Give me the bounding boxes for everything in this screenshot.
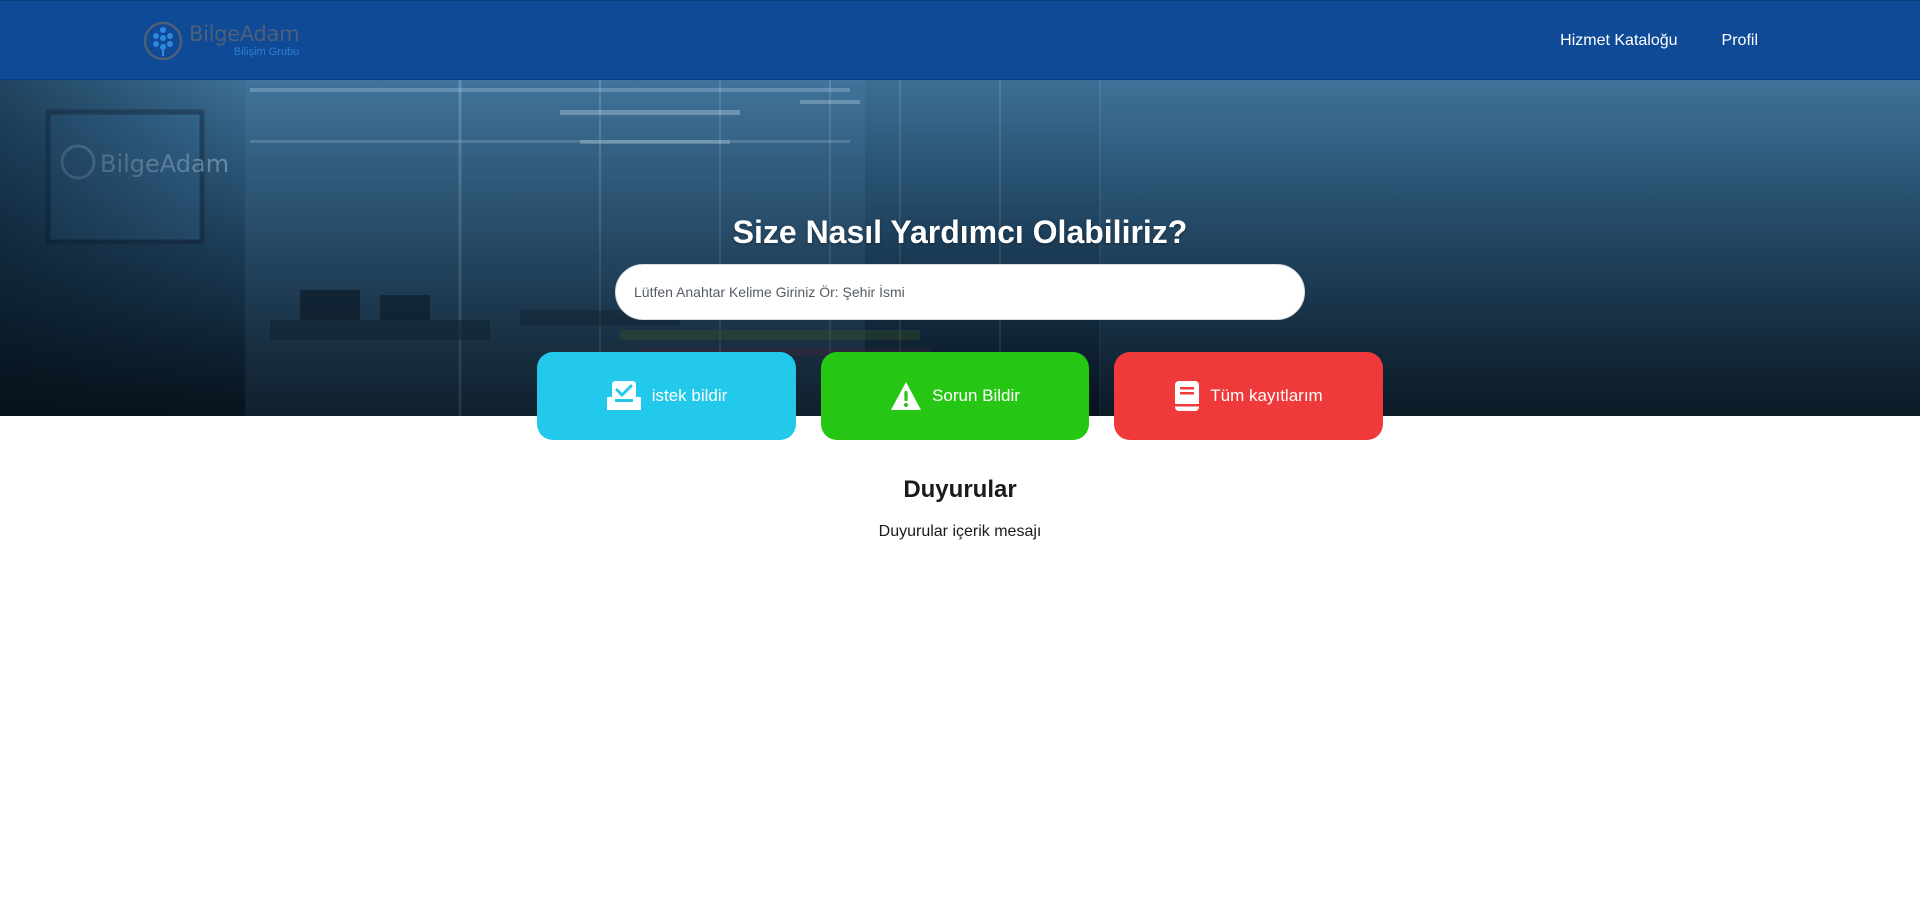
search-input[interactable] <box>615 264 1305 320</box>
main-nav: Hizmet Kataloğu Profil <box>1560 1 1758 81</box>
report-issue-label: Sorun Bildir <box>932 386 1020 405</box>
book-icon <box>1175 381 1200 411</box>
nav-profile[interactable]: Profil <box>1722 32 1758 50</box>
logo-tree-icon <box>143 21 183 61</box>
nav-service-catalog[interactable]: Hizmet Kataloğu <box>1560 32 1677 50</box>
all-records-button[interactable]: Tüm kayıtlarım <box>1114 352 1383 440</box>
warning-icon <box>891 382 922 410</box>
brand-logo[interactable]: BilgeAdam Bilişim Grubu <box>143 18 300 64</box>
logo-text: BilgeAdam Bilişim Grubu <box>189 22 300 58</box>
action-buttons: istek bildir Sorun Bildir Tüm kayıtlarım <box>0 352 1920 440</box>
request-button-label: istek bildir <box>651 386 728 405</box>
announcements-message: Duyurular içerik mesajı <box>878 523 1042 540</box>
all-records-label: Tüm kayıtlarım <box>1210 386 1323 405</box>
hero-title: Size Nasıl Yardımcı Olabiliriz? <box>732 214 1188 250</box>
inbox-check-icon <box>606 381 641 410</box>
announcements-title: Duyurular <box>903 476 1017 503</box>
request-button[interactable]: istek bildir <box>537 352 796 440</box>
brand-name: BilgeAdam <box>189 22 300 46</box>
report-issue-button[interactable]: Sorun Bildir <box>821 352 1089 440</box>
brand-subtitle: Bilişim Grubu <box>233 46 300 58</box>
top-navbar: BilgeAdam Bilişim Grubu Hizmet Kataloğu … <box>0 0 1920 80</box>
